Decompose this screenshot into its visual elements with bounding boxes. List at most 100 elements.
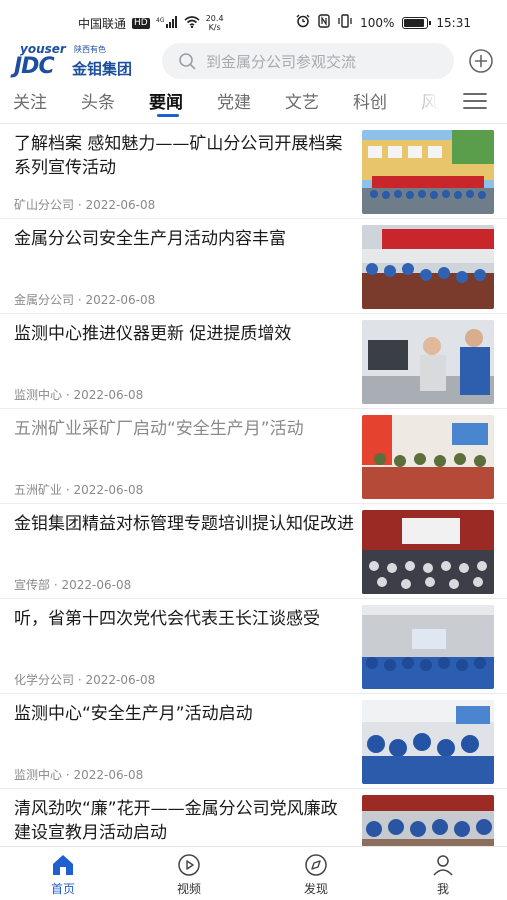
add-icon[interactable] (468, 48, 494, 74)
tab-yaowen[interactable]: 要闻 (149, 88, 183, 113)
news-thumbnail (362, 320, 494, 404)
battery-icon (402, 16, 432, 29)
meta-separator: · (77, 673, 82, 687)
meta-separator: · (65, 768, 70, 782)
news-meta: 矿山分公司 · 2022-06-08 (14, 196, 155, 213)
status-right: 100% 15:31 (296, 14, 471, 31)
alarm-icon (296, 14, 310, 31)
news-source: 监测中心 (14, 768, 63, 782)
meta-separator: · (77, 293, 82, 307)
meta-separator: · (77, 198, 82, 212)
search-icon (179, 53, 196, 70)
speed-value: 20.4 (205, 14, 224, 23)
news-date: 2022-06-08 (85, 198, 156, 212)
search-bar[interactable]: 到金属分公司参观交流 (162, 43, 454, 79)
news-meta: 监测中心 · 2022-06-08 (14, 766, 143, 783)
compass-icon (305, 854, 327, 876)
category-tabs: 关注 头条 要闻 党建 文艺 科创 风采 (0, 84, 507, 120)
news-title: 听，省第十四次党代会代表王长江谈感受 (14, 609, 320, 629)
news-thumbnail (362, 510, 494, 594)
nav-me-label: 我 (436, 882, 449, 896)
news-meta: 监测中心 · 2022-06-08 (14, 386, 143, 403)
nav-video-label: 视频 (176, 882, 201, 896)
news-item[interactable]: 监测中心推进仪器更新 促进提质增效 监测中心 · 2022-06-08 (0, 314, 507, 409)
home-icon (53, 855, 73, 875)
status-left: 中国联通 HD 4G 20.4 K/s (78, 14, 224, 32)
tab-toutiao[interactable]: 头条 (81, 88, 115, 113)
news-thumbnail (362, 415, 494, 499)
logo-brand-top-cn: 陕西有色 (74, 45, 106, 54)
news-date: 2022-06-08 (85, 293, 156, 307)
tab-wenyi[interactable]: 文艺 (285, 88, 319, 113)
news-title: 五洲矿业采矿厂启动“安全生产月”活动 (14, 419, 304, 439)
news-thumbnail (362, 605, 494, 689)
news-source: 五洲矿业 (14, 483, 63, 497)
nav-me[interactable]: 我 (413, 853, 473, 897)
news-meta: 宣传部 · 2022-06-08 (14, 576, 131, 593)
battery-level (404, 18, 425, 27)
news-item[interactable]: 听，省第十四次党代会代表王长江谈感受 化学分公司 · 2022-06-08 (0, 599, 507, 694)
news-title: 金钼集团精益对标管理专题培训提认知促改进 (14, 514, 354, 534)
signal-icon: 4G (156, 15, 178, 31)
news-source: 矿山分公司 (14, 198, 75, 212)
tab-kechuang[interactable]: 科创 (353, 88, 387, 113)
news-item[interactable]: 监测中心“安全生产月”活动启动 监测中心 · 2022-06-08 (0, 694, 507, 789)
network-speed: 20.4 K/s (206, 14, 224, 32)
app-logo[interactable]: youser 陕西有色 JDC 金钼集团 (14, 42, 154, 80)
news-date: 2022-06-08 (73, 483, 144, 497)
active-tab-indicator (157, 114, 179, 117)
news-thumbnail (362, 130, 494, 214)
news-item[interactable]: 金属分公司安全生产月活动内容丰富 金属分公司 · 2022-06-08 (0, 219, 507, 314)
news-list: 了解档案 感知魅力——矿山分公司开展档案系列宣传活动 矿山分公司 · 2022-… (0, 124, 507, 884)
meta-separator: · (65, 483, 70, 497)
news-thumbnail (362, 225, 494, 309)
news-title: 金属分公司安全生产月活动内容丰富 (14, 229, 286, 249)
carrier-label: 中国联通 (78, 16, 127, 31)
speed-unit: K/s (208, 23, 221, 32)
news-date: 2022-06-08 (85, 673, 156, 687)
clock: 15:31 (436, 15, 471, 30)
nav-video[interactable]: 视频 (159, 853, 219, 897)
news-title: 清风劲吹“廉”花开——金属分公司党风廉政建设宣教月活动启动 (14, 799, 338, 843)
news-date: 2022-06-08 (73, 388, 144, 402)
news-item[interactable]: 五洲矿业采矿厂启动“安全生产月”活动 五洲矿业 · 2022-06-08 (0, 409, 507, 504)
tabs-fade (400, 84, 456, 118)
play-icon (178, 854, 200, 876)
news-meta: 化学分公司 · 2022-06-08 (14, 671, 155, 688)
news-item[interactable]: 金钼集团精益对标管理专题培训提认知促改进 宣传部 · 2022-06-08 (0, 504, 507, 599)
wifi-icon (184, 15, 200, 31)
news-title: 监测中心推进仪器更新 促进提质增效 (14, 324, 292, 344)
nav-discover-label: 发现 (303, 882, 328, 896)
logo-brand-main: JDC (14, 54, 55, 79)
news-source: 化学分公司 (14, 673, 75, 687)
status-bar: 中国联通 HD 4G 20.4 K/s 100% 15:31 (0, 0, 507, 38)
nav-discover[interactable]: 发现 (286, 853, 346, 897)
tab-dangjian[interactable]: 党建 (217, 88, 251, 113)
nav-home[interactable]: 首页 (33, 853, 93, 897)
app-header: youser 陕西有色 JDC 金钼集团 到金属分公司参观交流 (0, 38, 507, 84)
news-thumbnail (362, 700, 494, 784)
user-icon (433, 855, 453, 876)
news-source: 监测中心 (14, 388, 63, 402)
news-item[interactable]: 了解档案 感知魅力——矿山分公司开展档案系列宣传活动 矿山分公司 · 2022-… (0, 124, 507, 219)
tab-guanzhu[interactable]: 关注 (13, 88, 47, 113)
news-title: 监测中心“安全生产月”活动启动 (14, 704, 253, 724)
news-date: 2022-06-08 (61, 578, 132, 592)
logo-company-name: 金钼集团 (72, 60, 133, 78)
news-source: 金属分公司 (14, 293, 75, 307)
meta-separator: · (53, 578, 58, 592)
news-meta: 五洲矿业 · 2022-06-08 (14, 481, 143, 498)
hd-badge: HD (132, 17, 150, 29)
network-type: 4G (156, 17, 165, 24)
news-meta: 金属分公司 · 2022-06-08 (14, 291, 155, 308)
vibrate-icon (338, 14, 352, 31)
battery-percent: 100% (360, 15, 395, 30)
news-source: 宣传部 (14, 578, 51, 592)
nfc-icon (318, 14, 330, 31)
meta-separator: · (65, 388, 70, 402)
nav-home-label: 首页 (50, 882, 75, 896)
bottom-nav: 首页 视频 发现 我 (0, 846, 507, 900)
news-title: 了解档案 感知魅力——矿山分公司开展档案系列宣传活动 (14, 134, 343, 178)
news-date: 2022-06-08 (73, 768, 144, 782)
menu-icon[interactable] (462, 91, 488, 111)
